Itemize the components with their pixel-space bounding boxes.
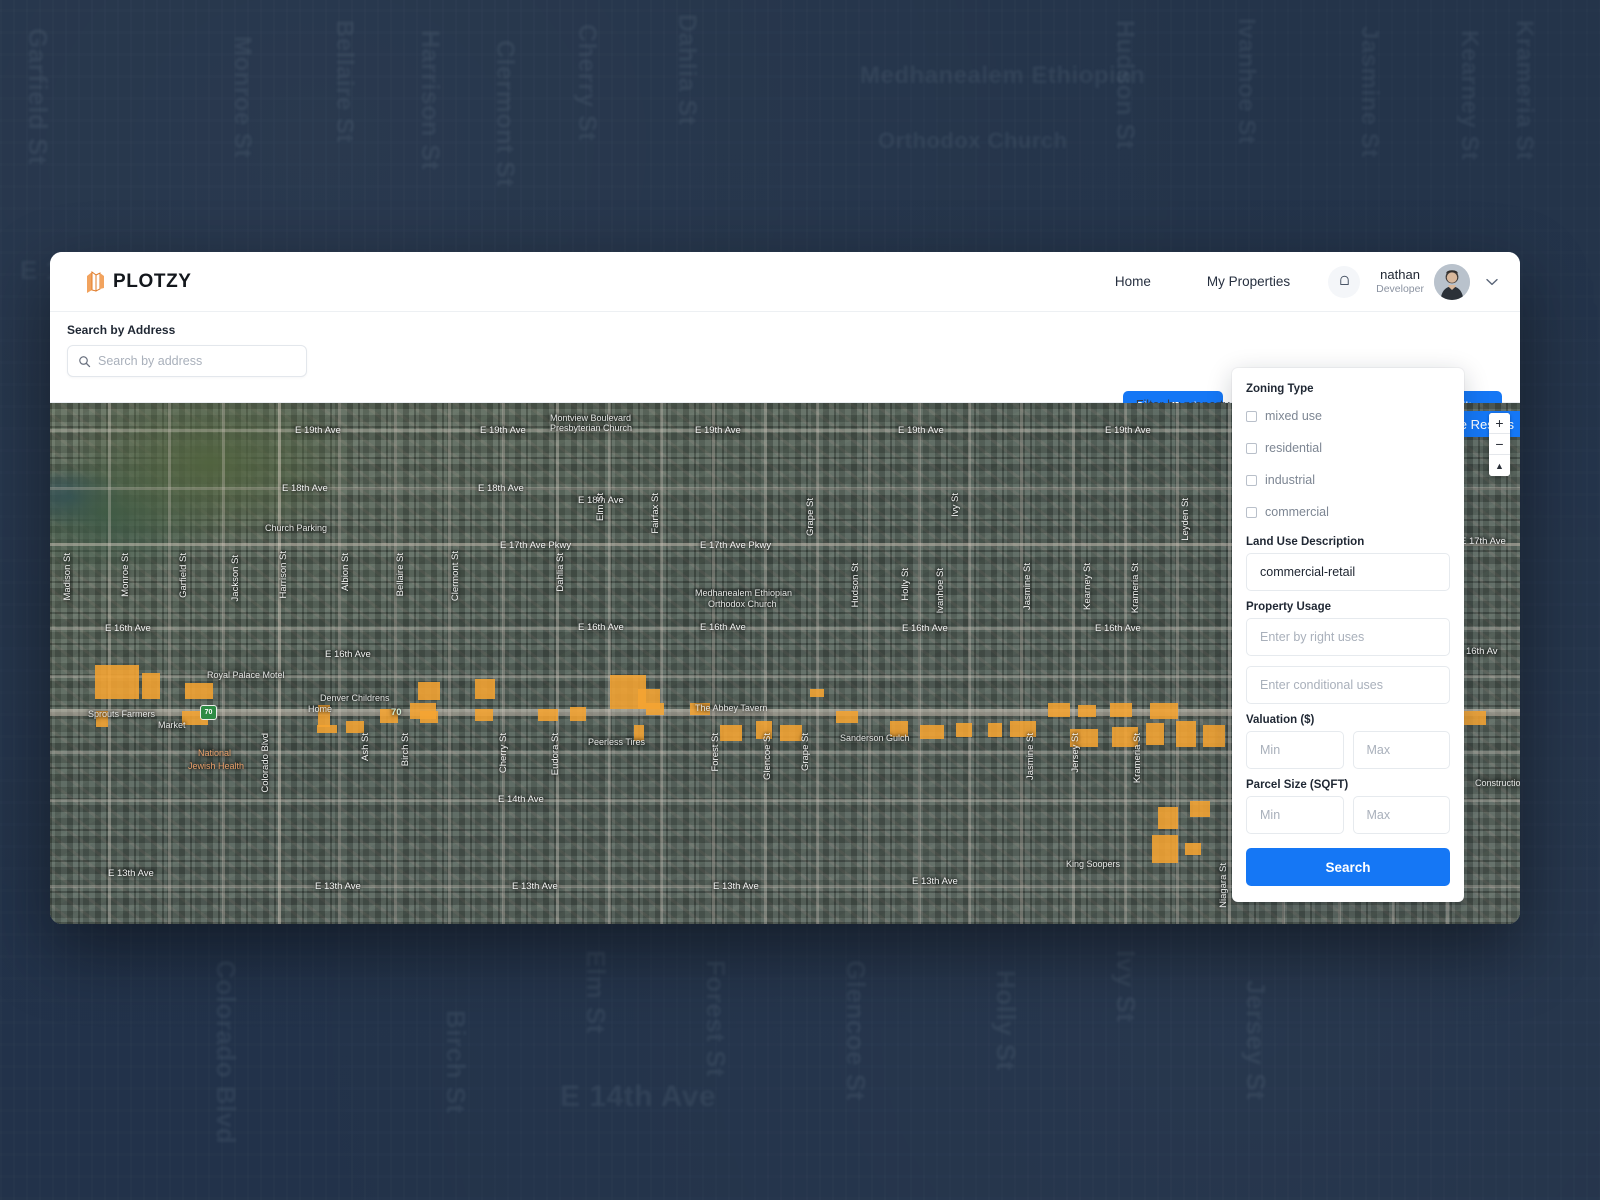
zoning-type-label-residential: residential <box>1265 441 1322 455</box>
map-street-line <box>502 403 505 924</box>
map-street-line <box>968 403 971 924</box>
zoning-type-option-industrial[interactable]: industrial <box>1246 464 1450 496</box>
avatar-image <box>1434 264 1470 300</box>
plotzy-logo-icon <box>84 270 106 294</box>
chevron-down-icon[interactable] <box>1486 273 1498 291</box>
map-street-line <box>222 403 225 924</box>
checkbox-mixed-use[interactable] <box>1246 411 1257 422</box>
map-street-line <box>608 403 611 924</box>
checkbox-commercial[interactable] <box>1246 507 1257 518</box>
map-zoom-out-button[interactable]: − <box>1489 434 1510 455</box>
notification-bell-button[interactable] <box>1328 266 1360 298</box>
map-street-line <box>1124 403 1127 924</box>
by-right-uses-input[interactable] <box>1246 618 1450 656</box>
nav-link-my-properties[interactable]: My Properties <box>1179 274 1318 289</box>
app-window: PLOTZY Home My Properties nathan Develop… <box>50 252 1520 924</box>
nav-right-cluster: Home My Properties nathan Developer <box>1087 264 1498 300</box>
map-street-line <box>338 403 341 924</box>
user-menu[interactable]: nathan Developer <box>1376 264 1498 300</box>
search-input[interactable] <box>98 354 296 368</box>
map-street-line <box>168 403 171 924</box>
zoning-type-option-mixed-use[interactable]: mixed use <box>1246 400 1450 432</box>
zoning-type-label-mixed-use: mixed use <box>1265 409 1322 423</box>
valuation-range-row <box>1246 731 1450 769</box>
page-backdrop: Garfield St Monroe St Harrison St Cherry… <box>0 0 1600 1200</box>
map-zoom-in-button[interactable]: + <box>1489 413 1510 434</box>
user-info: nathan Developer <box>1376 268 1424 295</box>
map-street-line <box>394 403 397 924</box>
valuation-max-input[interactable] <box>1353 731 1451 769</box>
valuation-min-input[interactable] <box>1246 731 1344 769</box>
search-icon <box>78 355 91 368</box>
map-street-line <box>278 403 281 924</box>
zoning-type-label-industrial: industrial <box>1265 473 1315 487</box>
map-street-line <box>1072 403 1075 924</box>
parcel-size-label: Parcel Size (SQFT) <box>1246 779 1450 791</box>
zoning-type-label: Zoning Type <box>1246 383 1450 395</box>
parcel-size-min-input[interactable] <box>1246 796 1344 834</box>
top-navigation-bar: PLOTZY Home My Properties nathan Develop… <box>50 252 1520 312</box>
map-compass-button[interactable]: ▲ <box>1489 455 1510 476</box>
map-street-line <box>1228 403 1231 924</box>
filters-panel: Zoning Type mixed use residential indust… <box>1232 368 1464 902</box>
interstate-70-shield-icon: 70 <box>200 705 217 720</box>
property-usage-label: Property Usage <box>1246 601 1450 613</box>
search-by-address-label: Search by Address <box>67 323 175 337</box>
parcel-size-range-row <box>1246 796 1450 834</box>
nav-link-home[interactable]: Home <box>1087 274 1179 289</box>
zoning-type-label-commercial: commercial <box>1265 505 1329 519</box>
map-street-line <box>918 403 921 924</box>
checkbox-residential[interactable] <box>1246 443 1257 454</box>
user-name: nathan <box>1376 268 1424 283</box>
land-use-description-label: Land Use Description <box>1246 536 1450 548</box>
map-street-line <box>868 403 871 924</box>
search-input-wrapper[interactable] <box>67 345 307 377</box>
map-street-line <box>108 403 111 924</box>
map-street-line <box>556 403 559 924</box>
notification-bell-icon <box>1337 274 1352 289</box>
map-street-line <box>764 403 767 924</box>
land-use-description-input[interactable] <box>1246 553 1450 591</box>
map-street-line <box>1176 403 1179 924</box>
map-street-line <box>1020 403 1023 924</box>
zoning-type-option-commercial[interactable]: commercial <box>1246 496 1450 528</box>
brand-name: PLOTZY <box>113 271 192 293</box>
map-zoom-controls: + − ▲ <box>1489 413 1510 476</box>
brand-logo[interactable]: PLOTZY <box>84 270 192 294</box>
map-street-line <box>712 403 715 924</box>
map-street-line <box>448 403 451 924</box>
parcel-size-max-input[interactable] <box>1353 796 1451 834</box>
map-street-line <box>660 403 663 924</box>
conditional-uses-input[interactable] <box>1246 666 1450 704</box>
valuation-label: Valuation ($) <box>1246 714 1450 726</box>
checkbox-industrial[interactable] <box>1246 475 1257 486</box>
zoning-type-option-residential[interactable]: residential <box>1246 432 1450 464</box>
avatar[interactable] <box>1434 264 1470 300</box>
search-button[interactable]: Search <box>1246 848 1450 886</box>
user-role: Developer <box>1376 283 1424 295</box>
map-street-line <box>816 403 819 924</box>
